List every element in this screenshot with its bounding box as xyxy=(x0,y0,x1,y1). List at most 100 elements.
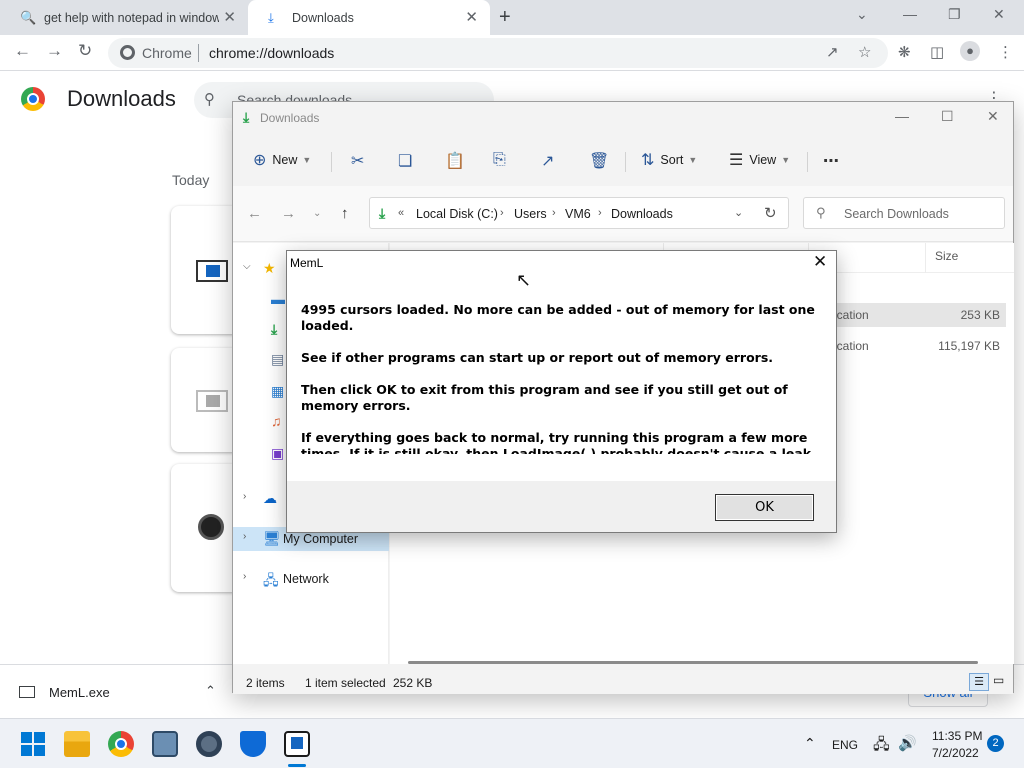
photos-taskbar-icon[interactable] xyxy=(152,731,178,757)
back-icon[interactable]: ← xyxy=(14,41,31,61)
overflow-chevrons-icon[interactable]: « xyxy=(398,207,404,219)
menu-kebab-icon[interactable]: ⋮ xyxy=(998,43,1013,61)
desktop-icon[interactable]: ▬ xyxy=(271,291,285,307)
start-button[interactable] xyxy=(20,731,46,757)
side-panel-icon[interactable]: ◫ xyxy=(930,43,944,61)
download-card[interactable] xyxy=(171,464,241,592)
refresh-icon[interactable]: ↻ xyxy=(764,204,777,222)
chevron-up-icon[interactable]: ⌃ xyxy=(205,683,216,699)
chevron-down-icon[interactable]: ⌄ xyxy=(734,206,743,219)
view-button[interactable]: ☰ View ▼ xyxy=(729,150,790,170)
horizontal-scrollbar[interactable] xyxy=(408,661,978,664)
dialog-title: MemL xyxy=(290,256,324,270)
explorer-search-input[interactable]: ⚲ Search Downloads xyxy=(803,197,1005,229)
breadcrumb-downloads[interactable]: Downloads xyxy=(611,207,673,221)
clock-time[interactable]: 11:35 PM xyxy=(932,729,982,743)
copy-icon[interactable]: ❏ xyxy=(398,151,412,171)
chevron-right-icon: › xyxy=(243,491,247,502)
breadcrumb-users[interactable]: Users xyxy=(514,207,547,221)
restore-icon[interactable]: ❐ xyxy=(948,6,961,23)
sort-icon: ⇅ xyxy=(641,152,655,169)
new-label: New xyxy=(272,153,298,167)
new-button[interactable]: ⊕ New ▼ xyxy=(253,150,311,170)
clock-date[interactable]: 7/2/2022 xyxy=(932,746,979,760)
download-folder-icon: ⤓ xyxy=(379,205,386,221)
paste-icon[interactable]: 📋 xyxy=(445,151,465,171)
close-window-icon[interactable]: ✕ xyxy=(987,108,999,125)
bookmark-star-icon[interactable]: ☆ xyxy=(858,43,871,61)
rename-icon[interactable]: ⎘ xyxy=(493,151,506,169)
close-icon[interactable]: ✕ xyxy=(223,8,236,26)
url-text: chrome://downloads xyxy=(209,45,335,61)
pictures-icon[interactable]: ▦ xyxy=(271,383,284,400)
sort-button[interactable]: ⇅ Sort ▼ xyxy=(641,150,697,170)
column-header-size[interactable]: Size xyxy=(935,249,958,263)
breadcrumb-vm6[interactable]: VM6 xyxy=(565,207,591,221)
file-window-icon xyxy=(19,686,35,698)
nav-item-network[interactable]: › 🖧 Network xyxy=(233,567,389,591)
explorer-address-bar[interactable]: ⤓ « Local Disk (C:) › Users › VM6 › Down… xyxy=(369,197,789,229)
taskbar: ⌃ ENG 🖧 🔊 11:35 PM 7/2/2022 2 xyxy=(0,718,1024,768)
address-row: ← → ⌄ ↑ ⤓ « Local Disk (C:) › Users › VM… xyxy=(233,186,1013,242)
close-window-icon[interactable]: ✕ xyxy=(993,6,1005,23)
security-shield-taskbar-icon[interactable] xyxy=(240,731,266,757)
delete-icon[interactable]: 🗑 xyxy=(589,151,609,171)
plus-circle-icon: ⊕ xyxy=(253,152,267,169)
ok-button[interactable]: OK xyxy=(715,494,814,521)
close-icon[interactable]: ✕ xyxy=(465,8,478,26)
up-icon[interactable]: ↑ xyxy=(341,205,349,222)
more-options-icon[interactable]: ⋯ xyxy=(823,151,839,171)
share-icon[interactable]: ↗ xyxy=(826,43,839,61)
file-explorer-taskbar-icon[interactable] xyxy=(64,731,90,757)
recent-locations-chevron-icon[interactable]: ⌄ xyxy=(313,208,321,219)
divider xyxy=(625,152,626,172)
minimize-icon[interactable]: — xyxy=(895,108,909,124)
reload-icon[interactable]: ↻ xyxy=(78,41,92,61)
sort-label: Sort xyxy=(660,153,684,167)
search-icon: 🔍 xyxy=(20,10,37,25)
downloads-icon[interactable]: ⤓ xyxy=(271,321,277,338)
language-indicator[interactable]: ENG xyxy=(832,738,858,752)
download-card[interactable] xyxy=(171,206,241,334)
message-paragraph: See if other programs can start up or re… xyxy=(301,350,774,365)
tab-search[interactable]: 🔍 get help with notepad in window ✕ xyxy=(0,0,248,35)
forward-icon[interactable]: → xyxy=(281,205,296,222)
chevron-up-icon[interactable]: ⌃ xyxy=(804,735,816,752)
notification-badge[interactable]: 2 xyxy=(987,735,1004,752)
cut-icon[interactable]: ✂ xyxy=(351,151,364,171)
close-icon[interactable]: ✕ xyxy=(813,252,827,272)
selection-count: 1 item selected xyxy=(305,676,386,690)
extensions-icon[interactable]: ❋ xyxy=(898,43,911,61)
nav-label: My Computer xyxy=(283,532,359,546)
tab-label: get help with notepad in window xyxy=(44,10,219,25)
back-icon[interactable]: ← xyxy=(247,205,262,222)
nav-label: Network xyxy=(283,572,329,586)
active-app-indicator xyxy=(288,764,306,767)
shelf-file-name[interactable]: MemL.exe xyxy=(49,685,110,700)
download-icon: ⤓ xyxy=(268,10,274,25)
volume-icon[interactable]: 🔊 xyxy=(898,734,917,752)
address-bar[interactable]: Chrome chrome://downloads xyxy=(108,38,888,68)
tab-search-chevron-icon[interactable]: ⌄ xyxy=(856,6,868,23)
network-status-icon[interactable]: 🖧 xyxy=(873,734,890,759)
cloud-icon: ☁ xyxy=(263,490,277,506)
new-tab-button[interactable]: + xyxy=(499,6,511,29)
tiles-view-icon[interactable]: ▭ xyxy=(993,673,1009,689)
chrome-taskbar-icon[interactable] xyxy=(108,731,134,757)
forward-icon[interactable]: → xyxy=(46,41,63,61)
file-size: 115,197 KB xyxy=(938,339,1000,353)
documents-icon[interactable]: ▤ xyxy=(271,351,284,368)
settings-gear-taskbar-icon[interactable] xyxy=(196,731,222,757)
maximize-icon[interactable]: ☐ xyxy=(941,108,954,125)
videos-icon[interactable]: ▣ xyxy=(271,445,284,462)
meml-taskbar-icon[interactable] xyxy=(284,731,310,757)
tab-downloads[interactable]: ⤓ Downloads ✕ xyxy=(248,0,490,35)
chrome-logo-icon xyxy=(21,87,45,111)
profile-avatar-icon[interactable]: ● xyxy=(960,41,980,61)
details-view-icon[interactable]: ☰ xyxy=(969,673,989,691)
minimize-icon[interactable]: — xyxy=(903,6,917,22)
music-icon[interactable]: ♫ xyxy=(271,413,282,429)
breadcrumb-local-disk[interactable]: Local Disk (C:) xyxy=(416,207,498,221)
download-card[interactable] xyxy=(171,348,241,452)
share-icon[interactable]: ↗ xyxy=(541,151,554,171)
